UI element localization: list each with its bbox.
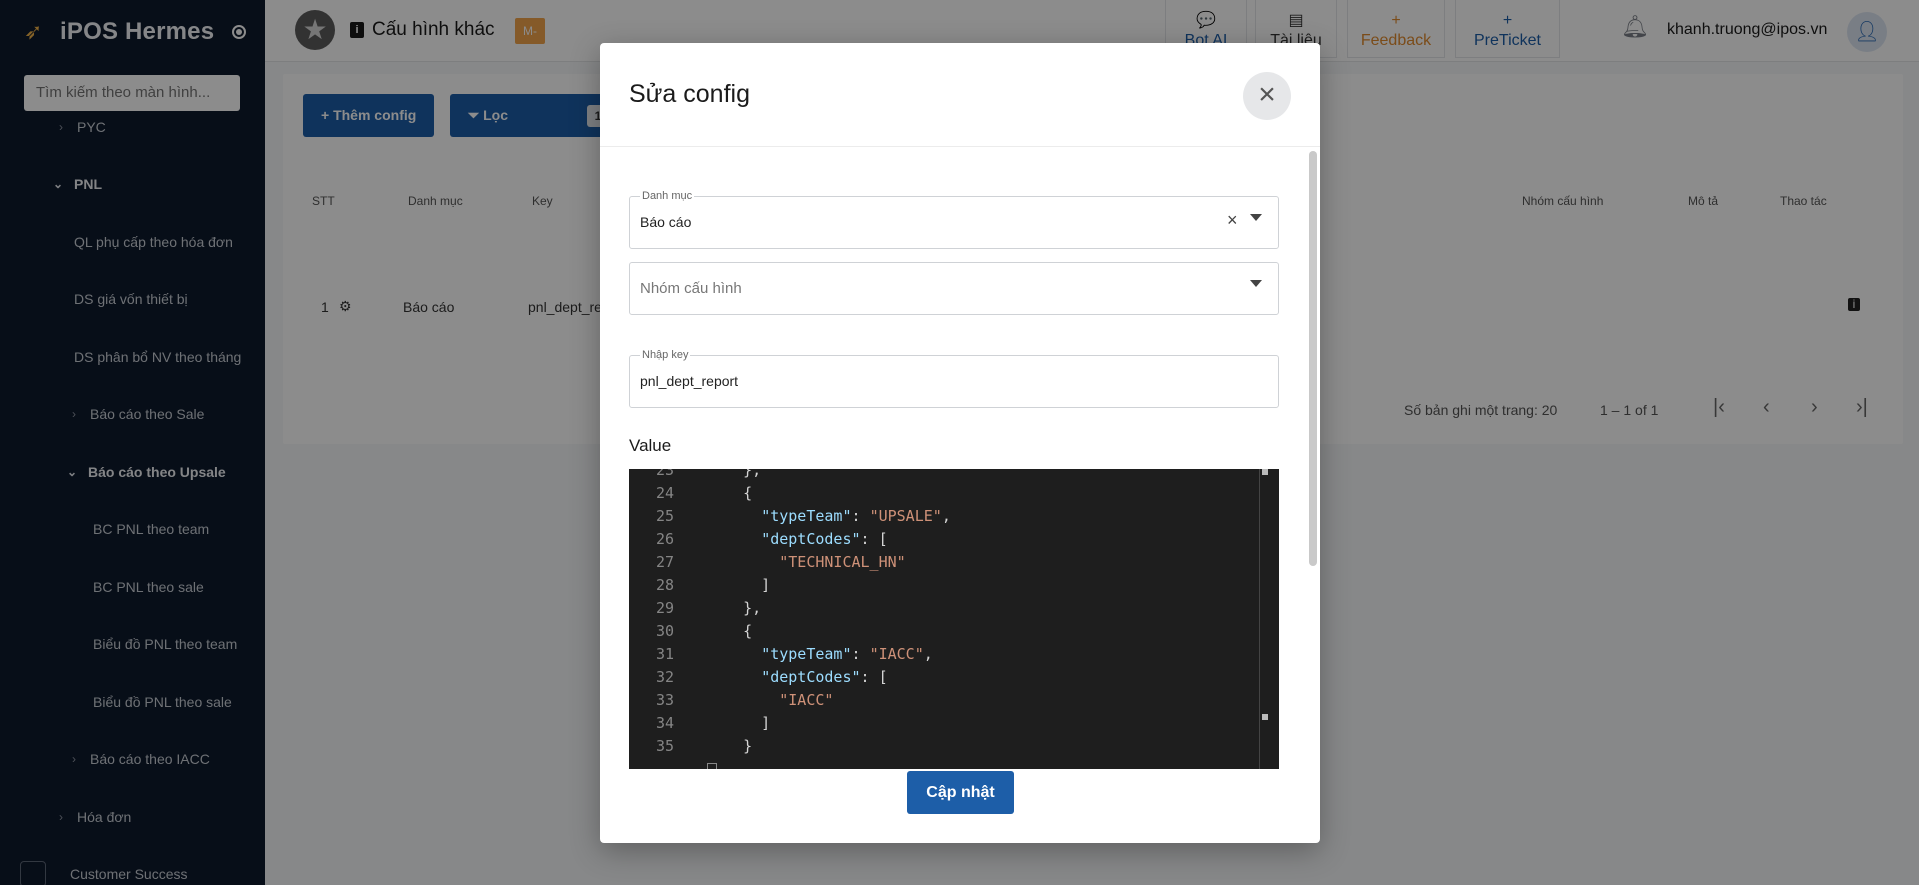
code-text: } (707, 737, 753, 755)
key-value: pnl_dept_report (640, 373, 739, 389)
line-number: 32 (655, 668, 674, 686)
clear-icon[interactable]: × (1227, 210, 1238, 231)
code-line: 27 "TECHNICAL_HN" (629, 553, 1259, 576)
code-text: "typeTeam": "UPSALE", (761, 507, 951, 525)
code-line: 32 "deptCodes": [ (629, 668, 1259, 691)
code-text: ] (707, 714, 771, 732)
line-number: 23 (655, 469, 674, 479)
code-line: 30 { (629, 622, 1259, 645)
overview-marker (1262, 714, 1268, 720)
code-line: 29 }, (629, 599, 1259, 622)
update-button[interactable]: Cập nhật (907, 771, 1014, 814)
code-text: "typeTeam": "IACC", (761, 645, 933, 663)
code-line: 33 "IACC" (629, 691, 1259, 714)
category-label: Danh mục (640, 190, 695, 202)
edit-config-dialog: Sửa config × Danh mục Báo cáo × Nhóm cấu… (600, 43, 1320, 843)
code-line: 25 "typeTeam": "UPSALE", (629, 507, 1259, 530)
caret-down-icon[interactable] (1250, 280, 1262, 287)
caret-down-icon[interactable] (1250, 214, 1262, 221)
line-number: 35 (655, 737, 674, 755)
code-text: { (707, 622, 753, 640)
code-text: ] (707, 576, 771, 594)
code-text: "TECHNICAL_HN" (779, 553, 906, 571)
line-number: 29 (655, 599, 674, 617)
value-label: Value (629, 436, 672, 455)
code-line: 24 { (629, 484, 1259, 507)
line-number: 31 (655, 645, 674, 663)
line-number: 24 (655, 484, 674, 502)
category-select[interactable]: Danh mục Báo cáo × (629, 190, 1279, 249)
code-text: }, (707, 599, 762, 617)
group-placeholder: Nhóm cấu hình (640, 280, 742, 297)
overview-marker (1262, 469, 1268, 475)
line-number: 28 (655, 576, 674, 594)
code-line: 31 "typeTeam": "IACC", (629, 645, 1259, 668)
line-number: 30 (655, 622, 674, 640)
fold-icon[interactable] (707, 763, 717, 769)
code-line: 35 } (629, 737, 1259, 760)
dialog-title: Sửa config (629, 80, 750, 108)
line-number: 26 (655, 530, 674, 548)
dialog-scrollbar[interactable] (1309, 151, 1317, 566)
line-number: 27 (655, 553, 674, 571)
category-value: Báo cáo (640, 214, 692, 230)
code-line: 34 ] (629, 714, 1259, 737)
group-select[interactable]: Nhóm cấu hình (629, 262, 1279, 315)
key-label: Nhập key (640, 349, 691, 361)
line-number: 25 (655, 507, 674, 525)
code-line: 26 "deptCodes": [ (629, 530, 1259, 553)
code-text: }, (707, 469, 762, 479)
code-text: "deptCodes": [ (761, 530, 888, 548)
code-line: 28 ] (629, 576, 1259, 599)
json-code-editor[interactable]: 23 }, 24 {25 "typeTeam": "UPSALE", 26 "dep… (629, 469, 1279, 769)
dialog-body: Danh mục Báo cáo × Nhóm cấu hình Nhập ke… (600, 146, 1320, 769)
editor-scrollbar[interactable] (1259, 469, 1260, 769)
code-text: "IACC" (779, 691, 834, 709)
line-number: 33 (655, 691, 674, 709)
close-icon[interactable]: × (1243, 72, 1291, 120)
line-number: 34 (655, 714, 674, 732)
code-text: { (707, 484, 753, 502)
code-line: 23 }, (629, 469, 1259, 484)
code-text: "deptCodes": [ (761, 668, 888, 686)
key-field[interactable]: Nhập key pnl_dept_report (629, 349, 1279, 408)
